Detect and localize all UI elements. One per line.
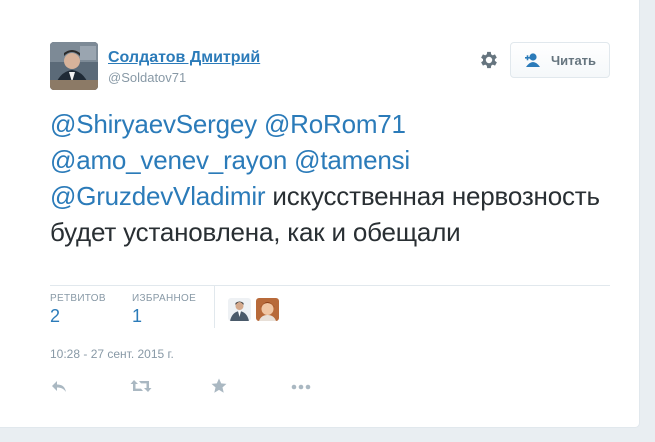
reply-icon[interactable]	[50, 377, 70, 397]
tweet-timestamp[interactable]: 10:28 - 27 сент. 2015 г.	[50, 347, 174, 361]
mention-link[interactable]: @amo_venev_rayon	[50, 145, 287, 175]
retweets-label: РЕТВИТОВ	[50, 293, 106, 304]
tweet-text: @ShiryaevSergey @RoRom71 @amo_venev_rayo…	[50, 106, 610, 250]
follow-button[interactable]: Читать	[510, 42, 610, 78]
more-icon[interactable]	[290, 377, 311, 397]
follow-button-label: Читать	[550, 52, 597, 68]
mention-link[interactable]: @tamensi	[294, 145, 410, 175]
divider	[214, 286, 215, 328]
favorite-icon[interactable]	[210, 377, 230, 397]
retweeter-avatar[interactable]	[228, 298, 251, 321]
retweets-count[interactable]: 2	[50, 306, 60, 327]
add-user-icon	[524, 52, 544, 68]
gear-icon[interactable]	[478, 49, 500, 71]
retweeter-avatar[interactable]	[256, 298, 279, 321]
mention-link[interactable]: @GruzdevVladimir	[50, 181, 266, 211]
divider	[50, 285, 610, 286]
favorites-count[interactable]: 1	[132, 306, 142, 327]
favorites-label: ИЗБРАННОЕ	[132, 293, 197, 304]
author-avatar[interactable]	[50, 42, 98, 90]
tweet-card: Солдатов Дмитрий @Soldatov71 Читать @Shi…	[0, 0, 640, 428]
retweet-icon[interactable]	[130, 377, 152, 397]
author-name[interactable]: Солдатов Дмитрий	[108, 49, 260, 67]
mention-link[interactable]: @RoRom71	[264, 109, 406, 139]
divider	[50, 366, 610, 367]
mention-link[interactable]: @ShiryaevSergey	[50, 109, 257, 139]
author-handle[interactable]: @Soldatov71	[108, 70, 186, 85]
